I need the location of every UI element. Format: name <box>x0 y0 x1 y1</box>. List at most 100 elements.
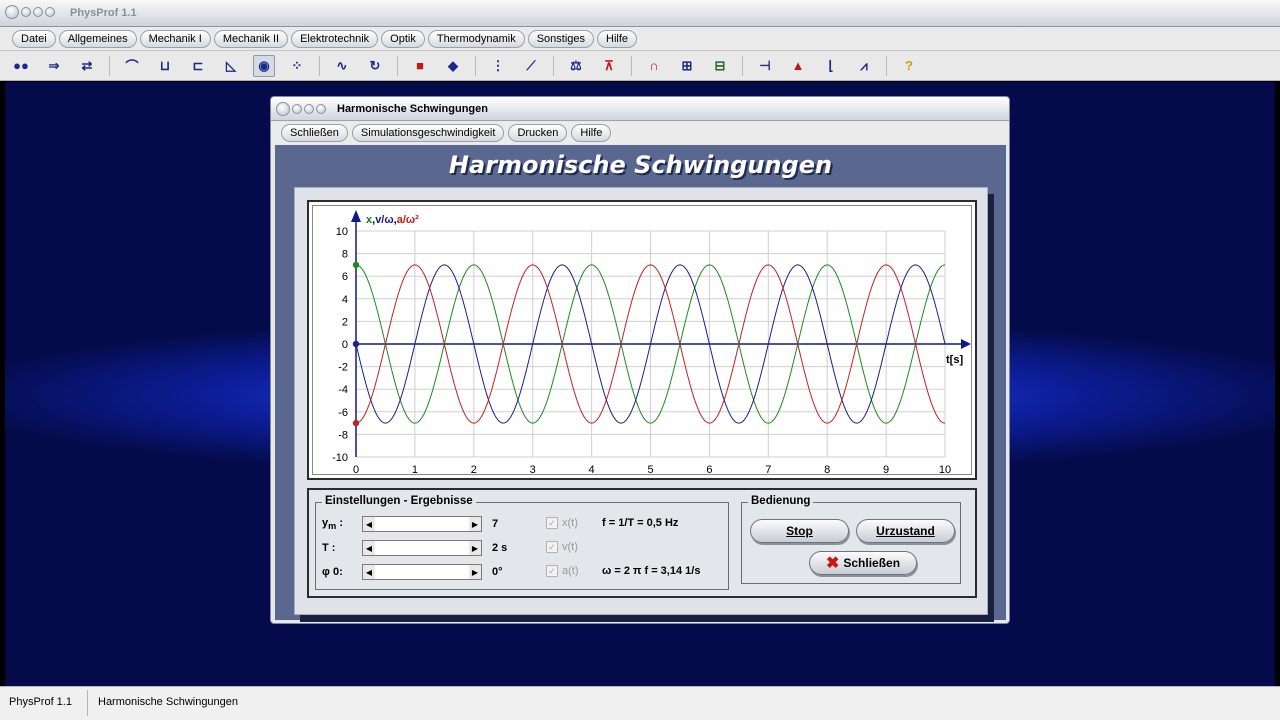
rotate-icon[interactable]: ↻ <box>364 55 386 77</box>
minimize-window-button[interactable] <box>292 104 302 114</box>
block-icon[interactable]: ◆ <box>442 55 464 77</box>
magnet-icon[interactable]: ∩ <box>643 55 665 77</box>
menu-mechanik-1[interactable]: Mechanik I <box>139 29 211 48</box>
shade-window-button[interactable] <box>45 7 55 17</box>
window-titlebar: Harmonische Schwingungen <box>271 97 1009 121</box>
controls-panel: Einstellungen - Ergebnisse ym : ◀ ▶ 7 T … <box>307 488 977 598</box>
close-icon: ✖ <box>825 555 840 572</box>
reset-button[interactable]: Urzustand <box>856 519 955 543</box>
series-start-point <box>352 261 360 269</box>
eye-icon[interactable]: ◉ <box>253 54 275 77</box>
component-icon[interactable]: ⊟ <box>709 55 731 77</box>
dots-icon[interactable]: ⁘ <box>286 55 308 77</box>
toolbar-separator <box>742 55 743 76</box>
slider-left-arrow-icon[interactable]: ◀ <box>363 565 375 579</box>
toolbar: ●● ⇒ ⇄ ⌒ ⊔ ⊏ ◺ ◉ ⁘ ∿ ↻ ■ ◆ ⋮ ⟋ ⚖ ⊼ ∩ ⊞ ⊟… <box>0 51 1280 81</box>
toolbar-separator <box>631 55 632 76</box>
distribution-icon[interactable]: ⩘ <box>853 55 875 77</box>
slider-right-arrow-icon[interactable]: ▶ <box>469 517 481 531</box>
app-titlebar: PhysProf 1.1 <box>0 0 1280 27</box>
phase-row: φ 0: ◀ ▶ 0° <box>322 563 503 581</box>
y-tick-label: -6 <box>338 407 348 419</box>
checkbox-x[interactable]: ✓ x(t) <box>546 517 578 529</box>
slider-right-arrow-icon[interactable]: ▶ <box>469 541 481 555</box>
slider-right-arrow-icon[interactable]: ▶ <box>469 565 481 579</box>
chart-panel: 10 8 6 4 2 0 -2 -4 -6 -8 -10 0 1 2 3 4 5 6 7 8 9 10 t[s] x,v/ω,… <box>307 200 977 480</box>
checkbox-a[interactable]: ✓ a(t) <box>546 565 579 577</box>
period-slider[interactable]: ◀ ▶ <box>362 540 482 556</box>
menu-datei[interactable]: Datei <box>12 29 56 48</box>
amplitude-row: ym : ◀ ▶ 7 <box>322 515 498 533</box>
series-start-point <box>352 419 360 427</box>
close-button[interactable]: ✖ Schließen <box>809 551 917 575</box>
menu-thermodynamik[interactable]: Thermodynamik <box>427 29 525 48</box>
toolbar-separator <box>319 55 320 76</box>
measure-icon[interactable]: ⊔ <box>154 55 176 77</box>
forward-icon[interactable]: ⇒ <box>43 55 65 77</box>
menu-drucken[interactable]: Drucken <box>508 124 568 142</box>
x-tick-label: 8 <box>824 464 830 476</box>
window-menubar: Schließen Simulationsgeschwindigkeit Dru… <box>271 122 1009 144</box>
y-tick-label: -8 <box>338 429 348 441</box>
checkmark-icon: ✓ <box>546 565 558 577</box>
incline-icon[interactable]: ◺ <box>220 55 242 77</box>
amplitude-slider[interactable]: ◀ ▶ <box>362 516 482 532</box>
menu-mechanik-2[interactable]: Mechanik II <box>213 29 289 48</box>
hill-icon[interactable]: ⌒ <box>121 55 143 77</box>
amplitude-value: 7 <box>492 518 499 530</box>
spring-icon[interactable]: ⋮ <box>487 55 509 77</box>
series-start-point <box>352 340 360 348</box>
y-tick-label: 6 <box>342 271 348 283</box>
close-window-button[interactable] <box>5 5 19 19</box>
toolbar-separator <box>109 55 110 76</box>
status-bar: PhysProf 1.1 Harmonische Schwingungen <box>0 686 1280 720</box>
decay-icon[interactable]: ⌊ <box>820 55 842 77</box>
menu-allgemeines[interactable]: Allgemeines <box>58 29 137 48</box>
prism-icon[interactable]: ▲ <box>787 55 809 77</box>
y-tick-label: -10 <box>332 452 348 464</box>
menu-schliessen[interactable]: Schließen <box>281 124 348 142</box>
window-content: Harmonische Schwingungen 10 8 6 4 2 0 -2 -4 -6 -8… <box>275 145 1006 622</box>
status-divider <box>87 690 88 716</box>
wave-icon[interactable]: ∿ <box>331 55 353 77</box>
graph-icon[interactable]: ⟋ <box>520 55 542 77</box>
lever-icon[interactable]: ⊣ <box>754 55 776 77</box>
resistor-icon[interactable]: ⊼ <box>598 55 620 77</box>
menu-optik[interactable]: Optik <box>381 29 425 48</box>
phase-slider[interactable]: ◀ ▶ <box>362 564 482 580</box>
frequency-result: f = 1/T = 0,5 Hz <box>602 517 679 529</box>
stop-button[interactable]: Stop <box>750 519 849 543</box>
minimize-window-button[interactable] <box>21 7 31 17</box>
maximize-window-button[interactable] <box>304 104 314 114</box>
checkmark-icon: ✓ <box>546 541 558 553</box>
y-axis-label: x,v/ω,a/ω² <box>366 214 419 226</box>
balls-icon[interactable]: ●● <box>10 55 32 77</box>
toolbar-separator <box>475 55 476 76</box>
maximize-window-button[interactable] <box>33 7 43 17</box>
toolbar-separator <box>397 55 398 76</box>
slider-left-arrow-icon[interactable]: ◀ <box>363 517 375 531</box>
slider-left-arrow-icon[interactable]: ◀ <box>363 541 375 555</box>
menu-simulationsgeschwindigkeit[interactable]: Simulationsgeschwindigkeit <box>351 124 505 142</box>
angular-frequency-result: ω = 2 π f = 3,14 1/s <box>602 565 701 577</box>
period-label: T : <box>322 542 336 554</box>
slide-icon[interactable]: ⊏ <box>187 55 209 77</box>
menu-sonstiges[interactable]: Sonstiges <box>527 29 595 48</box>
x-tick-label: 4 <box>589 464 595 476</box>
circuit-icon[interactable]: ⊞ <box>676 55 698 77</box>
menu-hilfe[interactable]: Hilfe <box>571 124 612 142</box>
swap-icon[interactable]: ⇄ <box>76 55 98 77</box>
close-window-button[interactable] <box>276 102 290 116</box>
menu-elektrotechnik[interactable]: Elektrotechnik <box>291 29 379 48</box>
menu-hilfe[interactable]: Hilfe <box>597 29 638 48</box>
mass-icon[interactable]: ■ <box>409 55 431 77</box>
period-row: T : ◀ ▶ 2 s <box>322 539 507 557</box>
shade-window-button[interactable] <box>316 104 326 114</box>
x-tick-label: 1 <box>412 464 418 476</box>
help-icon[interactable]: ? <box>898 55 920 77</box>
checkbox-v[interactable]: ✓ v(t) <box>546 541 578 553</box>
scale-icon[interactable]: ⚖ <box>565 55 587 77</box>
window-title: Harmonische Schwingungen <box>337 103 488 115</box>
status-app: PhysProf 1.1 <box>9 696 72 708</box>
x-tick-label: 2 <box>471 464 477 476</box>
